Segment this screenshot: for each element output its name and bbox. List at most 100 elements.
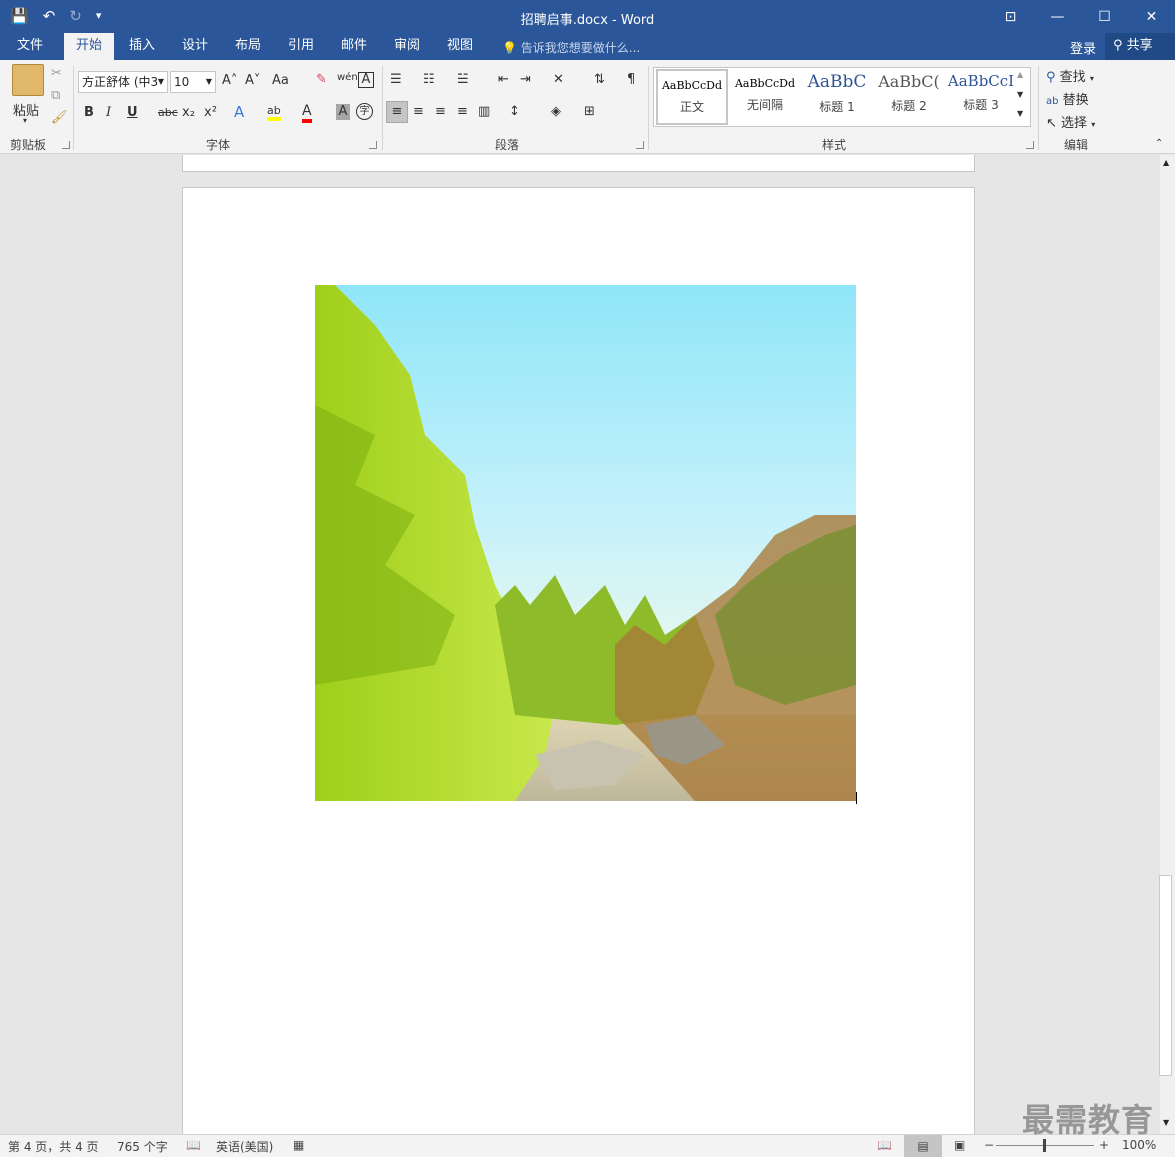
font-group-label: 字体 — [206, 138, 231, 152]
font-name-box[interactable]: 方正舒体 (中3 ▼ — [78, 71, 168, 93]
style-heading-1[interactable]: AaBbC 标题 1 — [801, 69, 873, 125]
macro-record-icon[interactable]: ▦ — [293, 1138, 304, 1152]
align-left-icon[interactable]: ≡ — [386, 101, 408, 123]
grow-font-icon[interactable]: A˄ — [222, 73, 237, 88]
scroll-down-icon[interactable]: ▼ — [1163, 1118, 1169, 1127]
numbering-icon[interactable]: ☷ — [423, 72, 435, 87]
document-page[interactable] — [182, 187, 975, 1134]
align-center-icon[interactable]: ≡ — [413, 104, 424, 119]
underline-icon[interactable]: U — [127, 105, 138, 120]
styles-scroll-up-icon[interactable]: ▲ — [1017, 70, 1023, 79]
chinese-layout-icon[interactable]: ✕ — [553, 72, 564, 87]
copy-icon[interactable]: ⧉ — [51, 88, 60, 103]
italic-icon[interactable]: I — [106, 105, 111, 120]
print-layout-icon[interactable]: ▤ — [904, 1135, 942, 1157]
zoom-out-icon[interactable]: − — [984, 1138, 994, 1152]
status-bar: 第 4 页，共 4 页 765 个字 📖 英语(美国) ▦ 📖 ▤ ▣ − + … — [0, 1134, 1175, 1157]
inserted-picture[interactable] — [315, 285, 856, 801]
word-count[interactable]: 765 个字 — [117, 1138, 168, 1155]
phonetic-guide-icon[interactable]: wén — [337, 72, 358, 83]
bold-icon[interactable]: B — [84, 105, 94, 120]
close-icon[interactable]: ✕ — [1128, 0, 1175, 33]
title-bar: 💾 ↶ ↻ ▾ 招聘启事.docx - Word ⊡ — ☐ ✕ — [0, 0, 1175, 33]
page-count[interactable]: 第 4 页，共 4 页 — [8, 1138, 99, 1155]
tab-view[interactable]: 视图 — [438, 33, 482, 60]
cursor-icon: ↖ — [1046, 116, 1057, 131]
style-normal[interactable]: AaBbCcDd 正文 — [656, 69, 728, 125]
proofing-icon[interactable]: 📖 — [186, 1138, 201, 1152]
minimize-icon[interactable]: — — [1034, 0, 1081, 33]
person-icon: ⚲ — [1113, 38, 1123, 53]
tab-references[interactable]: 引用 — [279, 33, 323, 60]
maximize-icon[interactable]: ☐ — [1081, 0, 1128, 33]
font-size-box[interactable]: 10 ▼ — [170, 71, 216, 93]
window-controls: ⊡ — ☐ ✕ — [987, 0, 1175, 33]
styles-gallery: AaBbCcDd 正文 AaBbCcDd 无间隔 AaBbC 标题 1 AaBb… — [653, 67, 1031, 127]
character-border-icon[interactable]: A — [358, 72, 374, 88]
change-case-icon[interactable]: Aa — [272, 73, 289, 88]
enclose-characters-icon[interactable]: 字 — [356, 103, 373, 120]
ribbon-display-options-icon[interactable]: ⊡ — [987, 0, 1034, 33]
clipboard-launcher-icon[interactable] — [62, 141, 70, 149]
tab-insert[interactable]: 插入 — [120, 33, 164, 60]
superscript-icon[interactable]: x² — [204, 105, 217, 120]
language-indicator[interactable]: 英语(美国) — [216, 1138, 273, 1155]
read-mode-icon[interactable]: 📖 — [877, 1138, 892, 1152]
format-painter-icon[interactable]: 🖌 — [51, 110, 68, 125]
collapse-ribbon-icon[interactable]: ⌃ — [1155, 138, 1163, 149]
font-launcher-icon[interactable] — [369, 141, 377, 149]
find-button[interactable]: ⚲ 查找 ▾ — [1046, 66, 1094, 85]
highlight-icon[interactable]: ab — [267, 104, 281, 121]
share-button[interactable]: ⚲ 共享 — [1105, 33, 1175, 60]
scrollbar-thumb[interactable] — [1159, 875, 1172, 1076]
scroll-up-icon[interactable]: ▲ — [1163, 158, 1169, 167]
shading-icon[interactable]: ◈ — [551, 104, 561, 119]
show-formatting-icon[interactable]: ¶ — [627, 72, 635, 87]
clear-formatting-icon[interactable]: ✎ — [316, 72, 327, 87]
character-shading-icon[interactable]: A — [336, 104, 350, 120]
select-label: 选择 — [1061, 116, 1088, 131]
styles-group-label: 样式 — [822, 138, 847, 152]
align-right-icon[interactable]: ≡ — [435, 104, 446, 119]
styles-scroll-down-icon[interactable]: ▼ — [1017, 90, 1023, 99]
sort-icon[interactable]: ⇅ — [594, 72, 605, 87]
distributed-icon[interactable]: ▥ — [478, 104, 490, 119]
bullets-icon[interactable]: ☰ — [390, 72, 402, 87]
style-preview: AaBbCcI — [947, 72, 1015, 90]
group-divider — [1038, 66, 1039, 150]
tab-layout[interactable]: 布局 — [226, 33, 270, 60]
tab-review[interactable]: 审阅 — [385, 33, 429, 60]
login-link[interactable]: 登录 — [1070, 38, 1096, 57]
lightbulb-icon: 💡 — [502, 41, 517, 55]
style-heading-2[interactable]: AaBbC( 标题 2 — [873, 69, 945, 125]
cut-icon[interactable]: ✂ — [51, 66, 62, 81]
decrease-indent-icon[interactable]: ⇤ — [498, 72, 509, 87]
document-canvas[interactable] — [0, 155, 1160, 1134]
borders-icon[interactable]: ⊞ — [584, 104, 595, 119]
paste-dropdown-icon[interactable]: ▾ — [23, 116, 27, 125]
tab-design[interactable]: 设计 — [173, 33, 217, 60]
paragraph-launcher-icon[interactable] — [636, 141, 644, 149]
select-button[interactable]: ↖ 选择 ▾ — [1046, 112, 1095, 131]
shrink-font-icon[interactable]: A˅ — [245, 73, 260, 88]
font-color-icon[interactable]: A — [302, 103, 312, 123]
style-no-spacing[interactable]: AaBbCcDd 无间隔 — [729, 69, 801, 125]
replace-button[interactable]: ab 替换 — [1046, 89, 1089, 108]
tab-home[interactable]: 开始 — [64, 33, 114, 60]
increase-indent-icon[interactable]: ⇥ — [520, 72, 531, 87]
styles-launcher-icon[interactable] — [1026, 141, 1034, 149]
tab-mailings[interactable]: 邮件 — [332, 33, 376, 60]
web-layout-icon[interactable]: ▣ — [954, 1138, 965, 1152]
style-heading-3[interactable]: AaBbCcI 标题 3 — [945, 69, 1017, 125]
style-name: 标题 1 — [819, 100, 855, 114]
line-spacing-icon[interactable]: ↕ — [509, 104, 520, 119]
multilevel-list-icon[interactable]: ☱ — [457, 72, 469, 87]
text-effects-icon[interactable]: A — [234, 103, 244, 121]
tab-file[interactable]: 文件 — [6, 33, 54, 60]
tell-me-box[interactable]: 💡 告诉我您想要做什么... — [502, 39, 640, 56]
styles-more-icon[interactable]: ▼ — [1017, 109, 1023, 118]
paste-icon[interactable] — [12, 64, 44, 96]
justify-icon[interactable]: ≡ — [457, 104, 468, 119]
strikethrough-icon[interactable]: abc — [158, 106, 178, 119]
subscript-icon[interactable]: x₂ — [182, 105, 195, 120]
